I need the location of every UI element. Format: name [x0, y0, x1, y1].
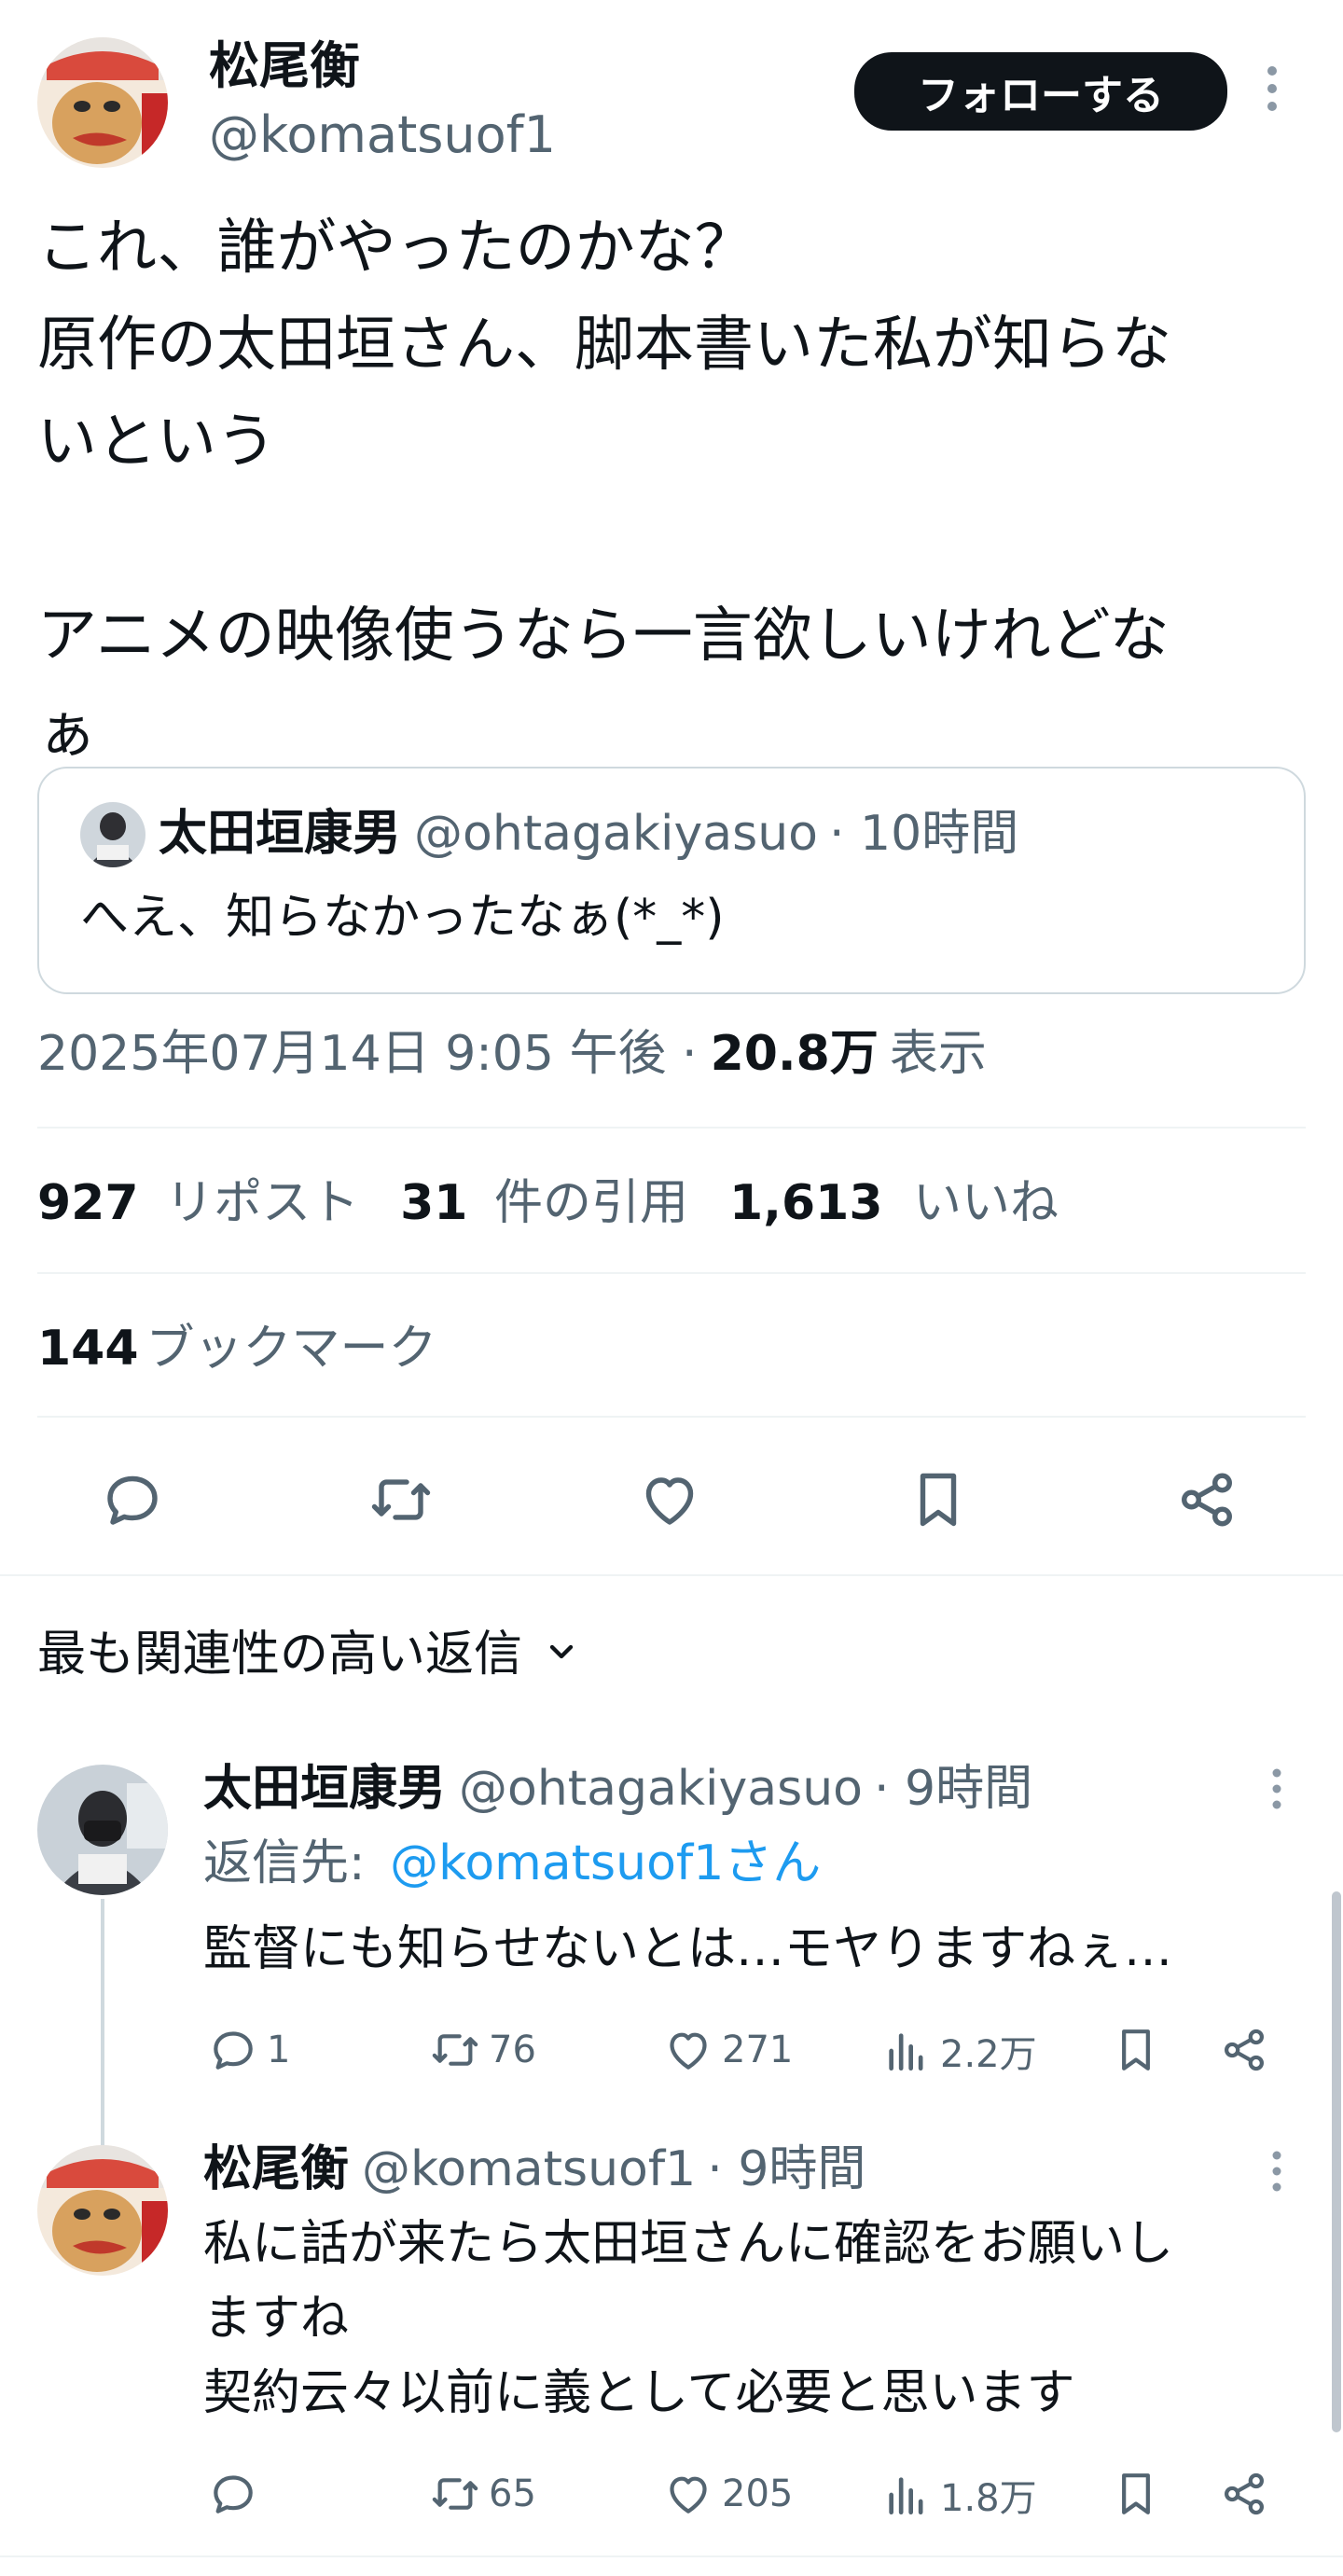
views-button[interactable]: 2.2万 — [880, 2024, 1037, 2078]
reply-author-handle[interactable]: @komatsuof1 — [362, 2134, 696, 2205]
repost-icon — [432, 2034, 478, 2066]
quote-text: へえ、知らなかったなぁ(*_*) — [80, 890, 725, 946]
author-name[interactable]: 松尾衡 — [209, 34, 360, 99]
reply-text: 私に話が来たら太田垣さんに確認をお願いし ますね 契約云々以前に義として必要と思… — [203, 2216, 1174, 2421]
divider — [37, 1272, 1306, 1274]
follow-button[interactable]: フォローする — [854, 52, 1227, 131]
views-button[interactable]: 1.8万 — [880, 2468, 1037, 2522]
repost-button[interactable]: 65 — [429, 2468, 536, 2520]
quote-header: 太田垣康男 @ohtagakiyasuo · 10時間 — [159, 800, 1018, 867]
scrollbar[interactable] — [1332, 1891, 1341, 2432]
reply-time[interactable]: · 9時間 — [874, 1753, 1032, 1824]
reply-sort-label: 最も関連性の高い返信 — [37, 1627, 523, 1683]
likes-count: 1,613 — [729, 1175, 883, 1231]
bookmark-icon[interactable] — [1110, 2468, 1162, 2520]
quotes-count: 31 — [400, 1175, 468, 1231]
reply-author-handle[interactable]: @ohtagakiyasuo — [459, 1753, 863, 1824]
bookmarks-label: ブックマーク — [145, 1321, 437, 1377]
tweet-text: これ、誰がやったのかな？ 原作の太田垣さん、脚本書いた私が知らな いという アニ… — [37, 214, 1171, 768]
reply-count: 1 — [267, 2029, 291, 2071]
reply-to-prefix: 返信先: — [203, 1835, 381, 1891]
reply-author-name[interactable]: 太田垣康男 — [203, 1753, 446, 1824]
repost-count: 65 — [489, 2472, 536, 2515]
views-count: 2.2万 — [940, 2033, 1037, 2076]
repost-icon[interactable] — [367, 1466, 435, 1533]
quote-tweet-card[interactable]: 太田垣康男 @ohtagakiyasuo · 10時間 へえ、知らなかったなぁ(… — [37, 767, 1306, 994]
reply-to: 返信先: @komatsuof1さん — [203, 1828, 821, 1899]
bookmarks-count: 144 — [37, 1321, 139, 1377]
quote-author-handle[interactable]: @ohtagakiyasuo — [414, 800, 818, 867]
more-icon[interactable] — [1265, 65, 1280, 112]
reply-avatar[interactable] — [37, 2145, 168, 2276]
bookmark-icon[interactable] — [905, 1466, 972, 1533]
quotes-stat[interactable]: 31 件の引用 — [400, 1168, 688, 1239]
divider — [37, 1416, 1306, 1418]
bookmarks-stat[interactable]: 144 ブックマーク — [37, 1313, 437, 1384]
more-icon[interactable] — [1270, 2151, 1283, 2192]
likes-label: いいね — [913, 1175, 1059, 1231]
share-icon[interactable] — [1218, 2468, 1270, 2520]
share-icon[interactable] — [1218, 2024, 1270, 2076]
repost-button[interactable]: 76 — [429, 2024, 536, 2076]
reposts-stat[interactable]: 927 リポスト — [37, 1168, 359, 1239]
views-label: 表示 — [889, 1026, 987, 1082]
author-handle[interactable]: @komatsuof1 — [209, 103, 556, 168]
reply-text: 監督にも知らせないとは…モヤりますねぇ… — [203, 1921, 1172, 1977]
like-icon — [670, 2476, 707, 2514]
quote-time[interactable]: · 10時間 — [829, 800, 1018, 867]
reply-thread-line — [101, 1899, 104, 2147]
reply-sort-dropdown[interactable]: 最も関連性の高い返信 — [37, 1619, 580, 1690]
tweet-meta: 2025年07月14日 9:05 午後 · 20.8万 表示 — [37, 1018, 987, 1089]
reply-header: 太田垣康男 @ohtagakiyasuo · 9時間 — [203, 1753, 1032, 1824]
like-count: 271 — [722, 2029, 794, 2071]
like-count: 205 — [722, 2472, 794, 2515]
reply-to-handle[interactable]: @komatsuof1さん — [390, 1828, 821, 1899]
divider — [0, 2555, 1343, 2557]
views-icon — [889, 2033, 923, 2070]
reply-author-name[interactable]: 松尾衡 — [203, 2134, 349, 2205]
like-button[interactable]: 271 — [662, 2024, 793, 2076]
reposts-label: リポスト — [165, 1175, 360, 1231]
reply-header: 松尾衡 @komatsuof1 · 9時間 — [203, 2134, 865, 2205]
reply-icon — [214, 2031, 253, 2070]
author-avatar[interactable] — [37, 37, 168, 168]
repost-count: 76 — [489, 2029, 536, 2071]
like-icon[interactable] — [636, 1466, 703, 1533]
more-icon[interactable] — [1270, 1768, 1283, 1809]
views-icon — [889, 2477, 923, 2514]
engagement-stats: 927 リポスト 31 件の引用 1,613 いいね — [37, 1168, 1059, 1239]
reply-icon — [214, 2475, 253, 2514]
divider — [0, 1574, 1343, 1576]
quote-author-name[interactable]: 太田垣康男 — [159, 800, 401, 867]
views-count: 20.8万 — [710, 1026, 879, 1082]
reply-button[interactable] — [207, 2468, 267, 2520]
bookmark-icon[interactable] — [1110, 2024, 1162, 2076]
repost-icon — [432, 2478, 478, 2510]
quotes-label: 件の引用 — [494, 1175, 689, 1231]
likes-stat[interactable]: 1,613 いいね — [729, 1168, 1059, 1239]
reply-avatar[interactable] — [37, 1765, 168, 1895]
quote-avatar — [80, 802, 145, 867]
reply-icon[interactable] — [99, 1466, 166, 1533]
like-icon — [670, 2032, 707, 2070]
like-button[interactable]: 205 — [662, 2468, 793, 2520]
chevron-down-icon — [543, 1633, 580, 1670]
tweet-timestamp[interactable]: 2025年07月14日 9:05 午後 · — [37, 1018, 698, 1089]
reply-button[interactable]: 1 — [207, 2024, 290, 2076]
divider — [37, 1127, 1306, 1129]
share-icon[interactable] — [1173, 1466, 1240, 1533]
reposts-count: 927 — [37, 1175, 139, 1231]
reply-time[interactable]: · 9時間 — [707, 2134, 865, 2205]
views-count: 1.8万 — [940, 2477, 1037, 2520]
